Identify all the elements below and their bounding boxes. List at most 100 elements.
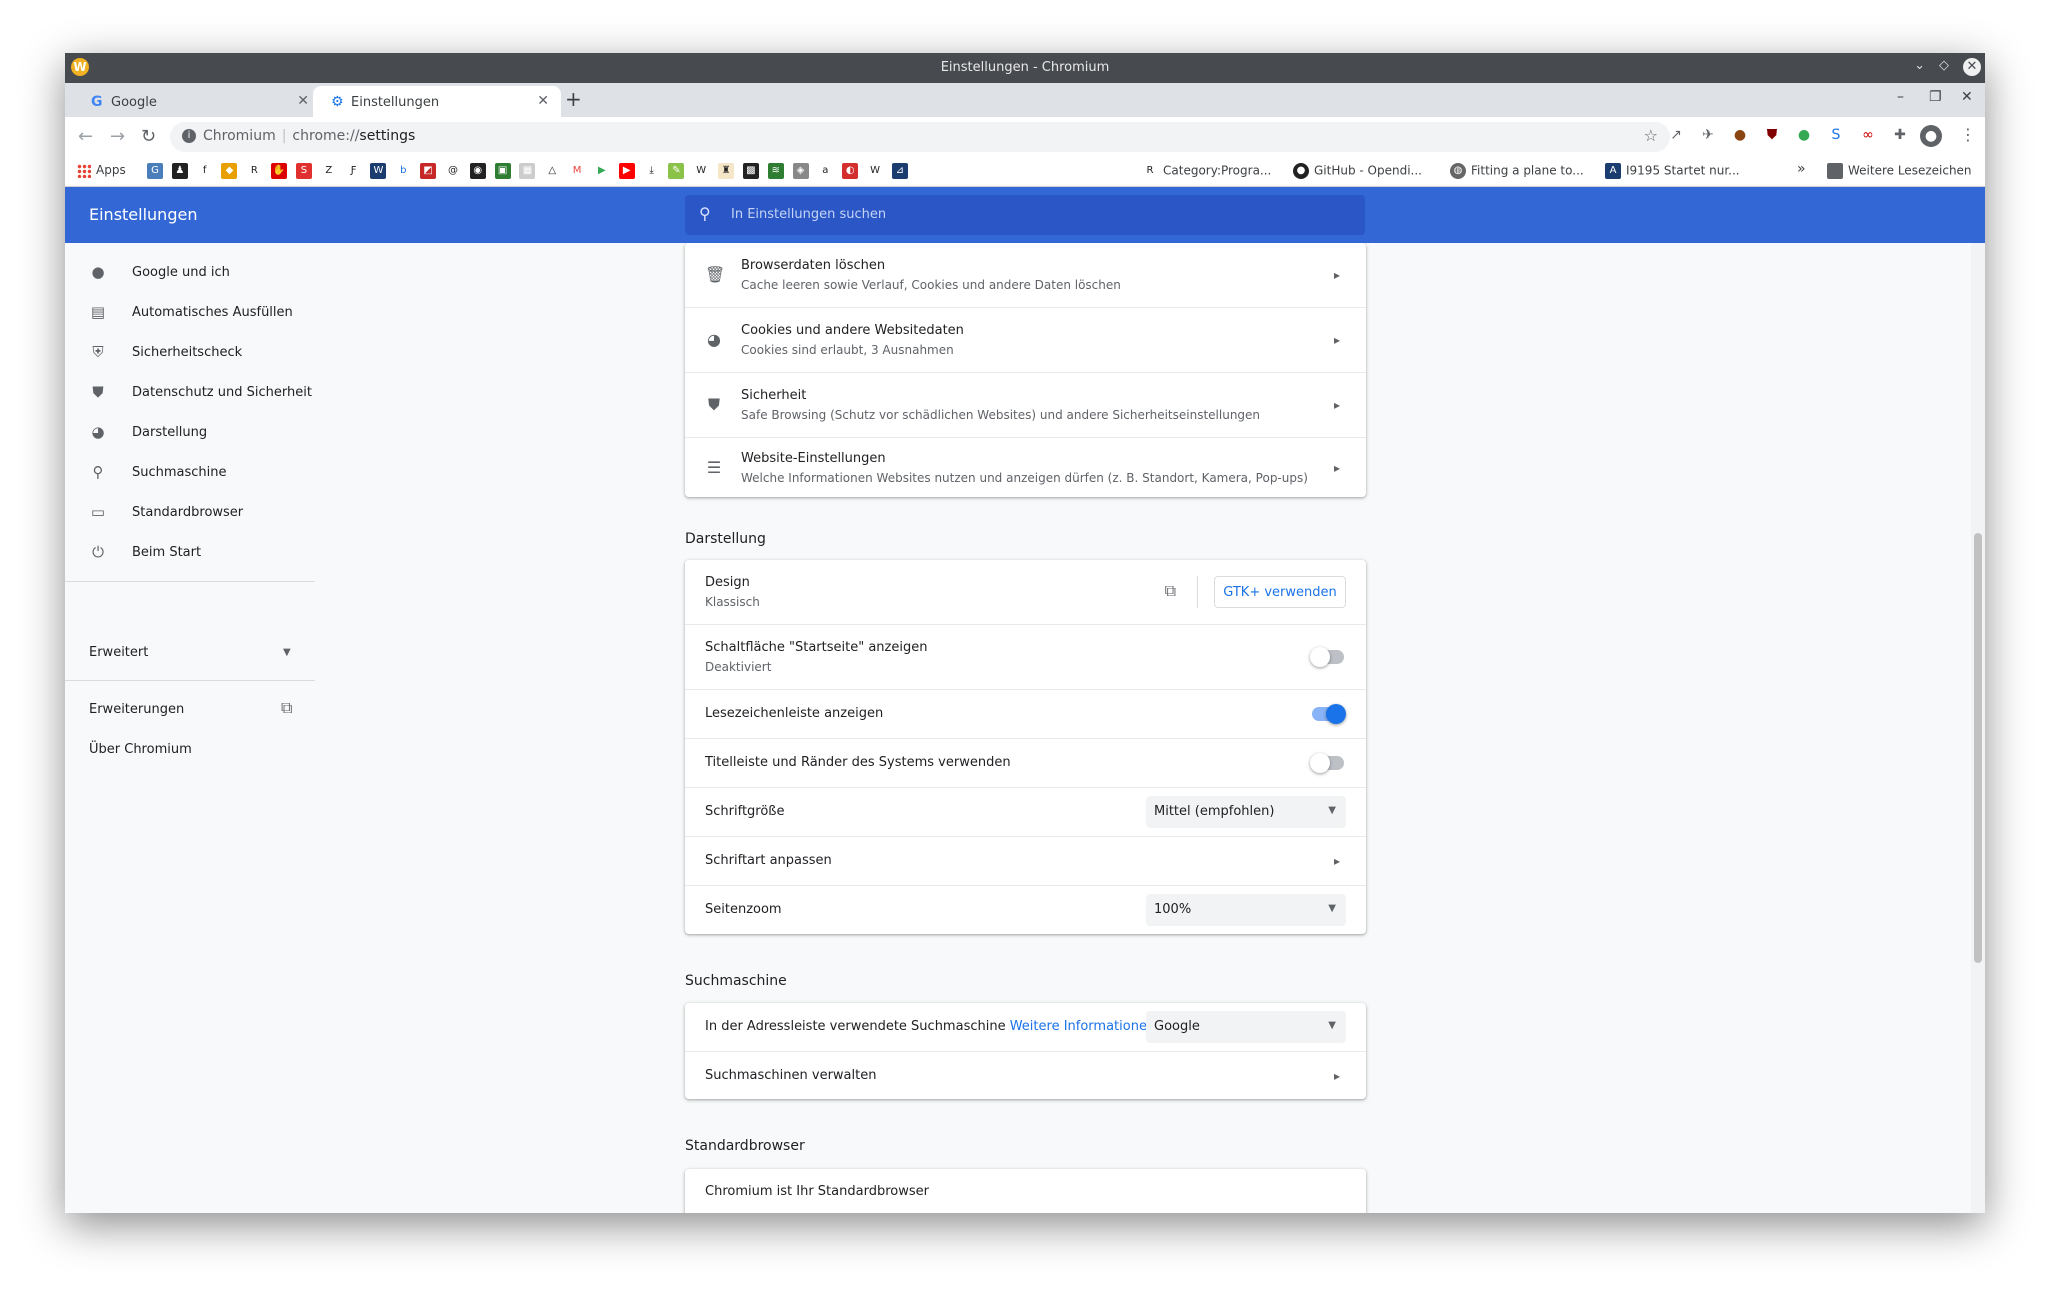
minimize-chevron-icon[interactable]: ⌄ [1914,58,1925,73]
menu-dots-icon[interactable]: ⋮ [1960,125,1976,144]
bookmark-favicon-icon[interactable]: W [370,163,387,179]
profile-avatar-icon[interactable]: ● [1920,125,1942,147]
bookmark-fitting-plane[interactable]: ◍ Fitting a plane to... [1450,163,1584,181]
bookmark-favicon-icon[interactable]: R [246,163,263,179]
open-external-icon[interactable]: ⧉ [281,698,292,718]
close-icon[interactable]: ✕ [1961,89,1973,105]
bookmark-other-folder[interactable]: Weitere Lesezeichen [1827,163,1972,181]
extensions-puzzle-icon[interactable]: ✚ [1889,127,1911,147]
window-close-icon[interactable]: ✕ [1963,58,1981,76]
bookmark-favicon-icon[interactable]: G [147,163,163,179]
bookmark-favicon-icon[interactable]: ◐ [842,163,859,179]
row-title: Design [705,575,750,590]
row-home-button[interactable]: Schaltfläche "Startseite" anzeigen Deakt… [685,624,1366,689]
sidebar-item-appearance[interactable]: ◕ Darstellung [65,413,315,453]
more-info-link[interactable]: Weitere Informationen [1010,1019,1155,1034]
reload-icon[interactable]: ↻ [141,126,156,147]
bookmarks-bar-toggle[interactable] [1312,704,1346,724]
maximize-diamond-icon[interactable]: ◇ [1939,58,1949,73]
forward-arrow-icon[interactable]: → [110,126,125,147]
tab-close-icon[interactable]: ✕ [297,93,309,109]
font-size-select[interactable]: Mittel (empfohlen) ▼ [1146,796,1346,828]
gtk-button[interactable]: GTK+ verwenden [1214,576,1346,608]
bookmark-favicon-icon[interactable]: f [196,163,213,179]
bookmark-favicon-icon[interactable]: b [395,163,412,179]
bookmark-favicon-icon[interactable]: ⊿ [891,163,908,179]
bookmark-category[interactable]: R Category:Progra... [1142,163,1271,181]
extension-ublock-icon[interactable]: ⛊ [1761,127,1783,147]
bookmark-favicon-icon[interactable]: ≋ [767,163,784,179]
extension-s-icon[interactable]: S [1825,127,1847,147]
bookmark-favicon-icon[interactable]: ◉ [469,163,486,179]
scrollbar-thumb[interactable] [1974,533,1982,963]
extension-arrow-icon[interactable]: ↗ [1665,127,1687,147]
bookmark-favicon-icon[interactable]: ⤓ [643,163,660,179]
gmail-favicon-icon[interactable]: M [569,163,586,179]
tab-close-icon[interactable]: ✕ [537,93,549,109]
system-titlebar-toggle[interactable] [1310,753,1344,773]
bookmark-favicon-icon[interactable]: Ƒ [345,163,362,179]
extension-glasses-icon[interactable]: ∞ [1857,127,1879,147]
open-external-icon[interactable]: ⧉ [1165,581,1176,601]
tab-google[interactable]: G Google ✕ [73,86,321,117]
row-manage-search-engines[interactable]: Suchmaschinen verwalten ▸ [685,1051,1366,1099]
sidebar-item-privacy[interactable]: ⛊ Datenschutz und Sicherheit [65,373,315,413]
sidebar-item-safety-check[interactable]: ⛨ Sicherheitscheck [65,333,315,373]
row-customize-fonts[interactable]: Schriftart anpassen ▸ [685,836,1366,885]
search-engine-select[interactable]: Google ▼ [1146,1011,1346,1043]
row-bookmarks-bar[interactable]: Lesezeichenleiste anzeigen [685,689,1366,738]
page-zoom-select[interactable]: 100% ▼ [1146,894,1346,926]
sidebar-item-default-browser[interactable]: ▭ Standardbrowser [65,493,315,533]
sidebar-about[interactable]: Über Chromium [89,742,192,757]
qr-favicon-icon[interactable]: ▩ [742,163,759,179]
bookmark-favicon-icon[interactable]: ♜ [718,163,735,179]
row-security[interactable]: ⛊ Sicherheit Safe Browsing (Schutz vor s… [685,372,1366,437]
scrollbar[interactable] [1971,243,1985,1213]
bookmark-favicon-icon[interactable]: ◩ [420,163,437,179]
sidebar-extensions[interactable]: Erweiterungen [89,702,184,717]
bookmark-favicon-icon[interactable]: ◆ [221,163,238,179]
play-favicon-icon[interactable]: ▶ [593,163,610,179]
tab-einstellungen[interactable]: ⚙ Einstellungen ✕ [313,86,561,117]
back-arrow-icon[interactable]: ← [78,126,93,147]
bookmark-favicon-icon[interactable]: △ [544,163,561,179]
wikipedia-favicon-icon[interactable]: W [867,163,884,179]
youtube-favicon-icon[interactable]: ▶ [618,163,635,179]
bookmark-favicon-icon[interactable]: ♟ [171,163,188,179]
bookmark-favicon-icon[interactable]: ◈ [792,163,809,179]
settings-search-input[interactable]: ⚲ In Einstellungen suchen [685,195,1365,235]
wikipedia-favicon-icon[interactable]: W [693,163,710,179]
bookmark-favicon-icon[interactable]: ✋ [271,163,288,179]
extension-green-icon[interactable]: ● [1793,127,1815,147]
sidebar-item-search[interactable]: ⚲ Suchmaschine [65,453,315,493]
bookmark-star-icon[interactable]: ☆ [1644,126,1658,145]
minimize-icon[interactable]: – [1897,89,1904,105]
new-tab-plus-icon[interactable]: + [565,87,582,111]
sidebar-advanced[interactable]: Erweitert [89,645,148,660]
sidebar-item-autofill[interactable]: ▤ Automatisches Ausfüllen [65,293,315,333]
bookmark-favicon-icon[interactable]: Z [320,163,337,179]
bookmark-i9195[interactable]: A I9195 Startet nur... [1605,163,1740,181]
row-site-settings[interactable]: ☰ Website-Einstellungen Welche Informati… [685,437,1366,497]
row-cookies[interactable]: ◕ Cookies und andere Websitedaten Cookie… [685,307,1366,372]
row-system-titlebar[interactable]: Titelleiste und Ränder des Systems verwe… [685,738,1366,787]
extension-cookie-icon[interactable]: ● [1729,127,1751,147]
bookmark-apps[interactable]: Apps [77,163,126,181]
home-button-toggle[interactable] [1310,647,1344,667]
bookmark-favicon-icon[interactable]: ▣ [494,163,511,179]
bookmarks-more-chevron[interactable]: » [1797,161,1806,179]
extension-bird-icon[interactable]: ✈ [1697,127,1719,147]
row-clear-browsing-data[interactable]: 🗑 Browserdaten löschen Cache leeren sowi… [685,243,1366,307]
bookmark-favicon-icon[interactable]: ▦ [519,163,536,179]
sidebar-item-on-startup[interactable]: ⏻ Beim Start [65,533,315,573]
sidebar-item-google[interactable]: ● Google und ich [65,253,315,293]
bookmark-favicon-icon[interactable]: @ [444,163,461,179]
site-info-icon[interactable]: i [182,129,196,143]
chevron-down-icon[interactable]: ▼ [283,647,291,658]
bookmark-favicon-icon[interactable]: S [295,163,312,179]
bookmark-favicon-icon[interactable]: ✎ [668,163,685,179]
restore-icon[interactable]: ❐ [1929,89,1942,105]
amazon-favicon-icon[interactable]: a [817,163,834,179]
omnibox[interactable]: i Chromium | chrome://settings ☆ [170,122,1670,152]
bookmark-github[interactable]: ● GitHub - Opendi... [1293,163,1422,181]
